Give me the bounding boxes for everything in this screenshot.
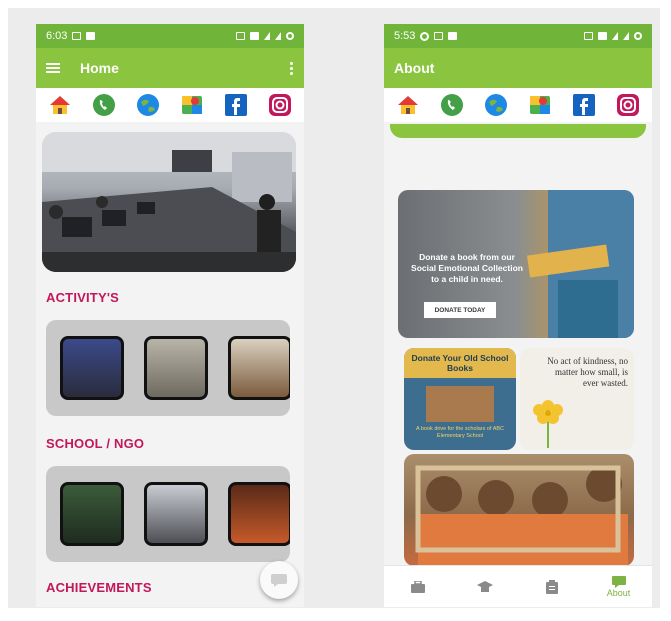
flower-icon	[533, 400, 563, 448]
chat-icon	[271, 574, 287, 587]
page-title: Home	[80, 60, 119, 76]
maps-icon[interactable]	[528, 93, 552, 117]
section-title-school-ngo: SCHOOL / NGO	[46, 436, 145, 451]
globe-icon[interactable]	[136, 93, 160, 117]
maps-icon[interactable]	[180, 93, 204, 117]
school-thumbnail[interactable]	[60, 482, 124, 546]
kindness-quote: No act of kindness, no matter how small,…	[547, 356, 628, 388]
wifi-icon	[612, 32, 618, 40]
nav-item-about[interactable]: About	[585, 566, 652, 607]
children-photo-card[interactable]	[404, 454, 634, 566]
activity-thumbnail[interactable]	[228, 336, 290, 400]
notification-icon	[434, 32, 444, 40]
instagram-icon[interactable]	[616, 93, 640, 117]
nav-item-school[interactable]	[451, 566, 518, 607]
activities-carousel[interactable]	[46, 320, 290, 416]
wifi-icon	[264, 32, 270, 40]
screenshot-canvas: 6:03 Home ACTIVITY'S SCHOOL / NGO ACHIEV…	[8, 8, 660, 608]
school-books-card[interactable]: Donate Your Old School Books A book driv…	[404, 348, 516, 450]
hero-image-computer-lab	[42, 132, 296, 272]
hamburger-icon[interactable]	[46, 61, 60, 75]
donate-book-card[interactable]: Donate a book from our Social Emotional …	[398, 190, 634, 338]
vibrate-icon	[598, 32, 607, 40]
app-bar: About	[384, 48, 652, 88]
data-icon	[584, 32, 593, 40]
chat-icon	[611, 575, 626, 588]
notification-icon	[448, 32, 458, 40]
nav-item-notices[interactable]	[518, 566, 585, 607]
shortcut-row	[36, 88, 304, 122]
phone-icon[interactable]	[92, 93, 116, 117]
signal-icon	[623, 32, 629, 40]
notification-icon	[72, 32, 82, 40]
nav-label-about: About	[606, 587, 631, 598]
status-time: 6:03	[46, 30, 68, 42]
school-books-caption: A book drive for the scholars of ABC Ele…	[415, 426, 505, 439]
clipboard-icon	[545, 579, 558, 594]
bottom-navigation: About	[384, 565, 652, 607]
donate-today-button[interactable]: DONATE TODAY	[424, 302, 496, 318]
section-title-achievements: ACHIEVEMENTS	[46, 580, 152, 595]
app-bar: Home	[36, 48, 304, 88]
briefcase-icon	[410, 580, 425, 593]
facebook-icon[interactable]	[224, 93, 248, 117]
status-time: 5:53	[394, 30, 416, 42]
school-ngo-carousel[interactable]	[46, 466, 290, 562]
phone-home-screen: 6:03 Home ACTIVITY'S SCHOOL / NGO ACHIEV…	[36, 24, 304, 607]
graduation-cap-icon	[476, 580, 493, 592]
section-title-activities: ACTIVITY'S	[46, 290, 119, 305]
school-thumbnail[interactable]	[144, 482, 208, 546]
more-vert-icon[interactable]	[290, 60, 294, 77]
school-books-title: Donate Your Old School Books	[404, 348, 516, 378]
globe-icon[interactable]	[484, 93, 508, 117]
home-icon[interactable]	[396, 93, 420, 117]
signal-icon	[275, 32, 281, 40]
chat-fab-button[interactable]	[260, 561, 298, 599]
header-green-banner	[390, 124, 646, 138]
battery-icon	[286, 32, 294, 40]
vibrate-icon	[250, 32, 259, 40]
battery-icon	[634, 32, 642, 40]
phone-icon[interactable]	[440, 93, 464, 117]
page-title: About	[394, 60, 435, 76]
home-icon[interactable]	[48, 93, 72, 117]
instagram-icon[interactable]	[268, 93, 292, 117]
donate-message: Donate a book from our Social Emotional …	[411, 252, 523, 284]
shortcut-row	[384, 88, 652, 122]
facebook-icon[interactable]	[572, 93, 596, 117]
phone-about-screen: 5:53 About Donate a book from our Social…	[384, 24, 652, 607]
nav-item-activities[interactable]	[384, 566, 451, 607]
notification-icon	[86, 32, 96, 40]
status-bar: 5:53	[384, 24, 652, 48]
status-bar: 6:03	[36, 24, 304, 48]
book-box-illustration	[426, 386, 494, 422]
activity-thumbnail[interactable]	[144, 336, 208, 400]
whatsapp-icon	[420, 31, 430, 41]
data-icon	[236, 32, 245, 40]
school-thumbnail[interactable]	[228, 482, 290, 546]
activity-thumbnail[interactable]	[60, 336, 124, 400]
kindness-quote-card[interactable]: No act of kindness, no matter how small,…	[520, 348, 634, 450]
